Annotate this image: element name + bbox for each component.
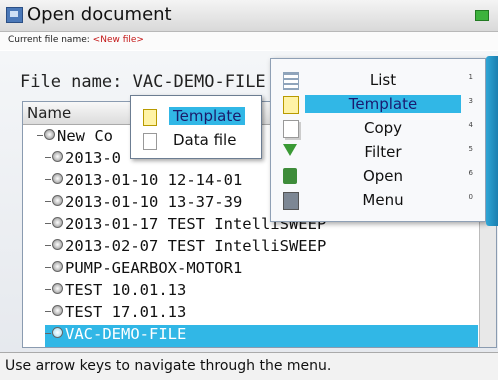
window-title: Open document [27, 4, 172, 25]
battery-status-icon [475, 10, 489, 21]
tree-item[interactable]: TEST 17.01.13 [45, 303, 496, 325]
new-type-popup: Template Data file [130, 95, 262, 159]
tree-item-label: New Co [57, 127, 113, 145]
file-icon [52, 151, 63, 162]
tree-item-label: VAC-DEMO-FILE [65, 325, 187, 343]
file-icon [52, 173, 63, 184]
tree-item-label: 2013-01-10 12-14-01 [65, 171, 243, 189]
menu-item-template[interactable]: Template 3 [271, 93, 485, 116]
file-name-value: VAC-DEMO-FILE [132, 72, 266, 92]
tree-item-label: 2013-01-10 13-37-39 [65, 193, 243, 211]
file-icon [52, 261, 63, 272]
file-icon [52, 327, 63, 338]
file-icon [52, 239, 63, 250]
filter-icon [283, 144, 297, 156]
menu-item-menu[interactable]: Menu 0 [271, 189, 485, 212]
tree-item-selected[interactable]: VAC-DEMO-FILE [45, 325, 478, 347]
tree-item-label: 2013-0 [65, 149, 121, 167]
copy-icon [283, 120, 299, 138]
file-icon [52, 305, 63, 316]
tree-item[interactable]: 2013-02-07 TEST IntelliSWEEP [45, 237, 496, 259]
tree-item-label: PUMP-GEARBOX-MOTOR1 [65, 259, 243, 277]
menu-item-filter[interactable]: Filter 5 [271, 141, 485, 164]
current-file-value: <New file> [92, 35, 144, 45]
template-icon [283, 96, 299, 114]
status-text: Use arrow keys to navigate through the m… [5, 358, 332, 374]
file-name-label: File name: [20, 72, 123, 92]
popup-item-data-file[interactable]: Data file [139, 130, 257, 152]
menu-item-copy[interactable]: Copy 4 [271, 117, 485, 140]
file-name-field[interactable]: File name: VAC-DEMO-FILE [20, 72, 266, 92]
side-menu-tab[interactable] [486, 56, 498, 226]
tree-item-label: 2013-02-07 TEST IntelliSWEEP [65, 237, 327, 255]
status-bar: Use arrow keys to navigate through the m… [0, 352, 498, 380]
current-file-label: Current file name: [8, 35, 90, 45]
menu-item-list[interactable]: List 1 [271, 69, 485, 92]
title-bar: Open document [0, 0, 498, 32]
list-icon [283, 72, 299, 90]
context-menu: List 1 Template 3 Copy 4 Filter 5 Open 6… [270, 58, 486, 222]
folder-icon [44, 129, 55, 140]
menu-item-open[interactable]: Open 6 [271, 165, 485, 188]
tree-item-label: TEST 17.01.13 [65, 303, 187, 321]
tree-item-label: TEST 10.01.13 [65, 281, 187, 299]
open-icon [283, 168, 297, 184]
menu-icon [283, 192, 299, 210]
template-icon [143, 109, 157, 126]
tree-item[interactable]: TEST 10.01.13 [45, 281, 496, 303]
column-name[interactable]: Name [27, 104, 71, 122]
file-icon [52, 195, 63, 206]
file-icon [52, 217, 63, 228]
data-file-icon [143, 133, 157, 150]
document-icon [6, 7, 23, 23]
tree-item[interactable]: PUMP-GEARBOX-MOTOR1 [45, 259, 496, 281]
current-file-bar: Current file name: <New file> [0, 32, 498, 50]
file-icon [52, 283, 63, 294]
popup-item-template[interactable]: Template [139, 106, 257, 128]
